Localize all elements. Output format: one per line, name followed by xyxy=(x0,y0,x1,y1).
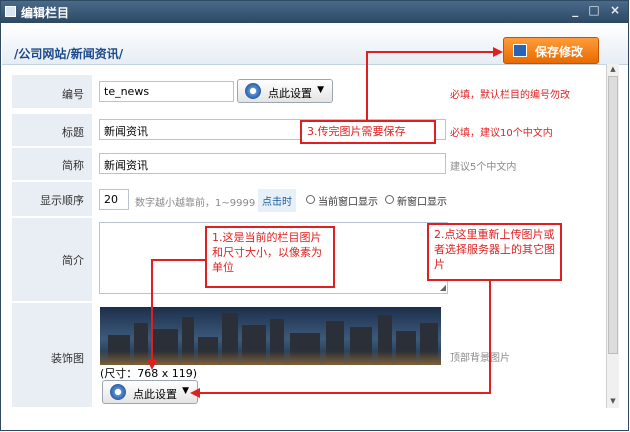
annotation-save-callout: 3.传完图片需要保存 xyxy=(300,120,436,144)
annotation-upload-callout: 2.点这里重新上传图片或者选择服务器上的其它图片 xyxy=(427,223,562,281)
annotation-arrows xyxy=(147,47,503,398)
annotation-image-size-callout: 1.这是当前的栏目图片和尺寸大小，以像素为单位 xyxy=(205,226,335,288)
